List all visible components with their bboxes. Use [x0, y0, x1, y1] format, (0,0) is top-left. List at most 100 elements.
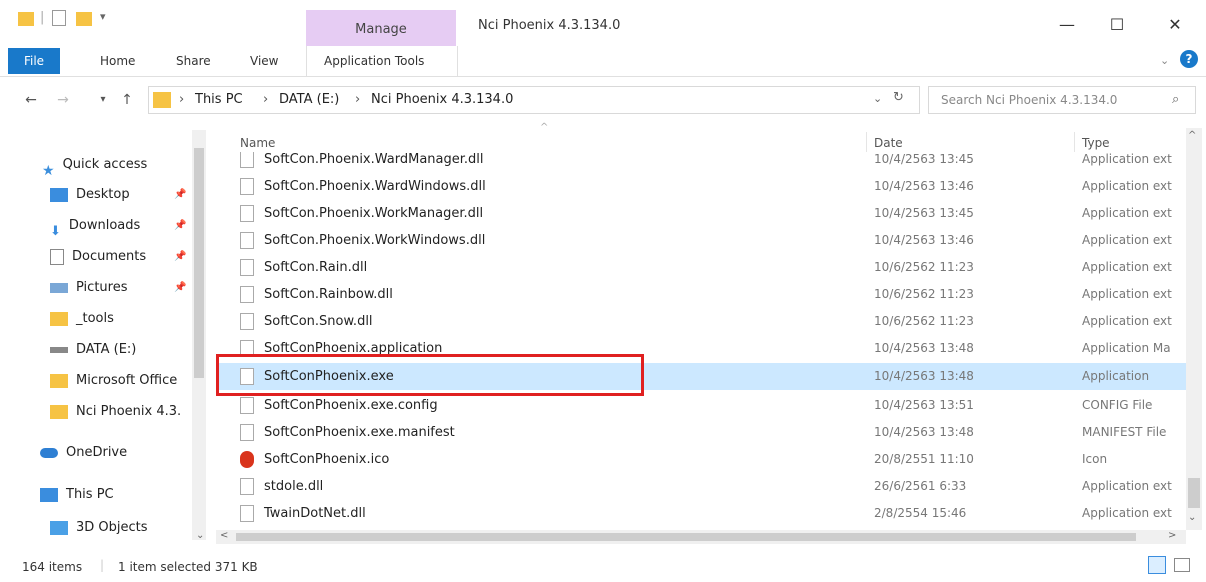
up-button[interactable]: ↑ [116, 88, 138, 112]
nav-pictures[interactable]: Pictures 📌 [50, 275, 186, 301]
file-name: SoftCon.Rainbow.dll [264, 287, 393, 302]
scroll-left-icon[interactable]: < [220, 530, 228, 541]
tab-home[interactable]: Home [100, 48, 135, 74]
window-title: Nci Phoenix 4.3.134.0 [478, 18, 621, 33]
column-divider[interactable] [866, 132, 867, 152]
refresh-icon[interactable]: ↻ [893, 90, 904, 105]
file-date: 2/8/2554 15:46 [874, 506, 967, 520]
pictures-icon [50, 282, 68, 293]
file-row[interactable]: SoftCon.Rainbow.dll 10/6/2562 11:23 Applic… [216, 281, 1186, 308]
recent-locations-icon[interactable]: ▾ [92, 88, 114, 112]
search-input[interactable]: Search Nci Phoenix 4.3.134.0 [928, 86, 1196, 114]
scroll-up-icon[interactable]: ^ [1188, 130, 1196, 141]
file-row[interactable]: SoftCon.Phoenix.WorkWindows.dll 10/4/2563… [216, 227, 1186, 254]
tab-file[interactable]: File [8, 48, 60, 74]
nav-label: Quick access [62, 157, 148, 172]
nav-scroll-down-icon[interactable]: ⌄ [196, 530, 204, 541]
file-row[interactable]: SoftCon.Rain.dll 10/6/2562 11:23 Applicati… [216, 254, 1186, 281]
file-name: SoftCon.Snow.dll [264, 314, 373, 329]
minimize-button[interactable]: — [1044, 10, 1090, 40]
file-name: SoftCon.Phoenix.WorkManager.dll [264, 206, 484, 221]
column-header-name[interactable]: Name [240, 136, 275, 150]
file-row[interactable]: SoftCon.Snow.dll 10/6/2562 11:23 Applicati… [216, 308, 1186, 335]
address-bar[interactable]: › This PC › DATA (E:) › Nci Phoenix 4.3.… [148, 86, 920, 114]
breadcrumb-data-e[interactable]: DATA (E:) [279, 92, 339, 107]
nav-data-drive[interactable]: DATA (E:) [50, 337, 136, 363]
tab-application-tools[interactable]: Application Tools [324, 48, 424, 74]
nav-scrollbar[interactable] [192, 130, 206, 540]
nav-3d-objects[interactable]: 3D Objects [50, 515, 148, 541]
pin-icon: 📌 [174, 282, 187, 293]
column-divider[interactable] [1074, 132, 1075, 152]
file-row[interactable]: stdole.dll 26/6/2561 6:33 Application ext [216, 473, 1186, 500]
details-view-icon[interactable] [1148, 556, 1166, 574]
horizontal-scrollbar-thumb[interactable] [236, 533, 1136, 541]
file-date: 10/4/2563 13:51 [874, 398, 974, 412]
nav-downloads[interactable]: ⬇ Downloads 📌 [50, 213, 186, 239]
nav-tools[interactable]: _tools [50, 306, 114, 332]
column-header-type[interactable]: Type [1082, 136, 1110, 150]
maximize-button[interactable]: ☐ [1094, 10, 1140, 40]
nav-this-pc[interactable]: This PC [40, 482, 114, 508]
nav-label: Documents [72, 249, 147, 264]
file-date: 10/4/2563 13:45 [874, 206, 974, 220]
separator: | [40, 10, 45, 25]
file-type: Application ext [1082, 506, 1172, 520]
file-list: SoftCon.Phoenix.WardManager.dll 10/4/2563… [216, 152, 1186, 528]
manage-tab[interactable]: Manage [306, 10, 456, 46]
file-icon [240, 478, 254, 495]
tab-view[interactable]: View [250, 48, 278, 74]
nav-onedrive[interactable]: OneDrive [40, 440, 127, 466]
file-icon [240, 505, 254, 522]
address-dropdown-icon[interactable]: ⌄ [873, 92, 882, 105]
large-icons-view-icon[interactable] [1174, 558, 1190, 572]
file-name: SoftConPhoenix.exe.manifest [264, 425, 455, 440]
nav-microsoft-office[interactable]: Microsoft Office [50, 368, 177, 394]
file-name: TwainDotNet.dll [264, 506, 366, 521]
file-row[interactable]: SoftCon.Phoenix.WardWindows.dll 10/4/2563… [216, 173, 1186, 200]
list-scrollbar-thumb[interactable] [1188, 478, 1200, 508]
customize-qat-icon[interactable]: ▾ [100, 10, 106, 23]
expand-ribbon-icon[interactable]: ⌄ [1160, 54, 1169, 67]
file-name: stdole.dll [264, 479, 324, 494]
file-row[interactable]: TwainDotNet.dll 2/8/2554 15:46 Application… [216, 500, 1186, 527]
properties-icon[interactable] [52, 10, 66, 26]
file-name: SoftCon.Phoenix.WardManager.dll [264, 152, 484, 167]
nav-desktop[interactable]: Desktop 📌 [50, 182, 186, 208]
column-header-date[interactable]: Date [874, 136, 903, 150]
file-date: 10/4/2563 13:48 [874, 425, 974, 439]
file-type: Application ext [1082, 314, 1172, 328]
drive-icon [50, 346, 68, 353]
nav-label: Pictures [76, 280, 128, 295]
file-row[interactable]: SoftCon.Phoenix.WardManager.dll 10/4/2563… [216, 152, 1186, 173]
nav-nci-phoenix[interactable]: Nci Phoenix 4.3. [50, 399, 181, 425]
back-button[interactable]: ← [20, 88, 42, 112]
breadcrumb-chevron-icon[interactable]: › [263, 92, 268, 107]
highlight-box [216, 354, 644, 396]
breadcrumb-chevron-icon[interactable]: › [179, 92, 184, 107]
download-icon: ⬇ [50, 223, 61, 239]
forward-button[interactable]: → [52, 88, 74, 112]
nav-quick-access[interactable]: ★ Quick access [42, 152, 148, 179]
file-name: SoftCon.Phoenix.WorkWindows.dll [264, 233, 486, 248]
file-row[interactable]: SoftCon.Phoenix.WorkManager.dll 10/4/2563… [216, 200, 1186, 227]
status-bar: 164 items | 1 item selected 371 KB [0, 552, 1206, 582]
help-icon[interactable]: ? [1180, 50, 1198, 68]
breadcrumb-this-pc[interactable]: This PC [195, 92, 243, 107]
file-row[interactable]: SoftConPhoenix.exe.config 10/4/2563 13:51… [216, 392, 1186, 419]
scroll-right-icon[interactable]: > [1168, 530, 1176, 541]
file-row[interactable]: SoftConPhoenix.exe.manifest 10/4/2563 13:… [216, 419, 1186, 446]
horizontal-scrollbar[interactable]: < > [216, 530, 1186, 544]
file-row[interactable]: SoftConPhoenix.ico 20/8/2551 11:10 Icon [216, 446, 1186, 473]
tab-share[interactable]: Share [176, 48, 211, 74]
breadcrumb-nci-phoenix[interactable]: Nci Phoenix 4.3.134.0 [371, 92, 513, 107]
3d-objects-icon [50, 520, 68, 535]
list-scrollbar[interactable]: ^ ⌄ [1186, 128, 1202, 530]
nav-label: This PC [66, 487, 114, 502]
breadcrumb-chevron-icon[interactable]: › [355, 92, 360, 107]
nav-documents[interactable]: Documents 📌 [50, 244, 186, 270]
nav-scrollbar-thumb[interactable] [194, 148, 204, 378]
new-folder-icon[interactable] [76, 12, 92, 26]
scroll-down-icon[interactable]: ⌄ [1188, 512, 1196, 523]
close-button[interactable]: ✕ [1152, 10, 1198, 40]
